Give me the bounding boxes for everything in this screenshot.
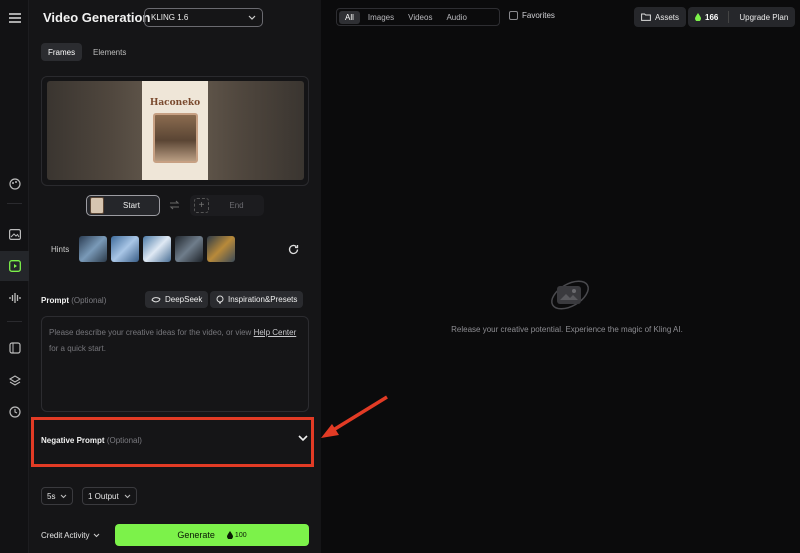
box-icon[interactable] bbox=[0, 333, 29, 363]
presets-label: Inspiration&Presets bbox=[228, 295, 298, 304]
chevron-down-icon bbox=[124, 494, 131, 499]
prompt-optional: (Optional) bbox=[71, 296, 107, 305]
page-title: Video Generation bbox=[43, 10, 151, 25]
deepseek-label: DeepSeek bbox=[165, 295, 203, 304]
filter-all[interactable]: All bbox=[339, 10, 360, 24]
duration-value: 5s bbox=[47, 491, 56, 501]
end-frame-button[interactable]: + End bbox=[190, 195, 264, 216]
favorites-toggle[interactable]: Favorites bbox=[509, 11, 555, 20]
output-count-select[interactable]: 1 Output bbox=[82, 487, 137, 505]
generate-label: Generate bbox=[177, 530, 215, 540]
hint-thumbnail[interactable] bbox=[79, 236, 107, 262]
generate-button[interactable]: Generate 100 bbox=[115, 524, 309, 546]
image-icon[interactable] bbox=[0, 219, 29, 249]
output-count-value: 1 Output bbox=[88, 491, 119, 501]
prompt-label: Prompt (Optional) bbox=[41, 296, 106, 305]
start-frame-button[interactable]: Start bbox=[86, 195, 160, 216]
menu-icon[interactable] bbox=[0, 3, 29, 33]
hint-thumbnail[interactable] bbox=[111, 236, 139, 262]
prompt-placeholder: Please describe your creative ideas for … bbox=[49, 328, 252, 337]
hint-thumbnail[interactable] bbox=[175, 236, 203, 262]
start-frame-thumbnail bbox=[90, 197, 104, 214]
start-label: Start bbox=[123, 201, 140, 210]
end-label: End bbox=[229, 201, 244, 210]
help-center-link[interactable]: Help Center bbox=[254, 328, 297, 337]
credit-drop-icon bbox=[695, 13, 701, 21]
generate-cost: 100 bbox=[226, 531, 247, 539]
hint-thumbnail[interactable] bbox=[143, 236, 171, 262]
folder-icon bbox=[641, 13, 651, 21]
favorites-label: Favorites bbox=[522, 11, 555, 20]
credit-activity-label: Credit Activity bbox=[41, 531, 90, 540]
prompt-input[interactable]: Please describe your creative ideas for … bbox=[41, 316, 309, 412]
lightbulb-icon bbox=[216, 295, 224, 305]
annotation-arrow bbox=[318, 394, 390, 440]
poster-text: Haconeko bbox=[149, 98, 201, 108]
filter-images[interactable]: Images bbox=[362, 11, 400, 24]
tab-elements[interactable]: Elements bbox=[86, 43, 133, 61]
credits-count: 166 bbox=[705, 12, 719, 22]
deepseek-button[interactable]: DeepSeek bbox=[145, 291, 209, 308]
assets-label: Assets bbox=[655, 12, 680, 22]
cat-photo bbox=[153, 113, 198, 163]
refresh-icon[interactable] bbox=[288, 244, 299, 255]
empty-state-message: Release your creative potential. Experie… bbox=[451, 325, 683, 334]
divider bbox=[728, 11, 730, 23]
palette-icon[interactable] bbox=[0, 169, 29, 199]
duration-select[interactable]: 5s bbox=[41, 487, 74, 505]
filter-audio[interactable]: Audio bbox=[440, 11, 472, 24]
inspiration-presets-button[interactable]: Inspiration&Presets bbox=[210, 291, 304, 308]
hint-thumbnail[interactable] bbox=[207, 236, 235, 262]
swap-icon[interactable] bbox=[169, 200, 180, 210]
credit-activity-button[interactable]: Credit Activity bbox=[41, 531, 100, 540]
audio-icon[interactable] bbox=[0, 283, 29, 313]
video-icon[interactable] bbox=[0, 251, 29, 281]
empty-state-icon bbox=[547, 272, 593, 318]
history-icon[interactable] bbox=[0, 397, 29, 427]
chevron-down-icon bbox=[93, 533, 100, 538]
tab-frames[interactable]: Frames bbox=[41, 43, 83, 61]
left-rail bbox=[0, 0, 29, 553]
favorites-checkbox[interactable] bbox=[509, 11, 518, 20]
media-filter-tabs: All Images Videos Audio bbox=[336, 8, 500, 26]
hints-label: Hints bbox=[51, 245, 70, 254]
filter-videos[interactable]: Videos bbox=[402, 11, 438, 24]
upgrade-plan-button[interactable]: Upgrade Plan bbox=[739, 13, 788, 22]
assets-button[interactable]: Assets bbox=[634, 7, 687, 27]
chevron-down-icon bbox=[60, 494, 67, 499]
model-select[interactable]: KLING 1.6 bbox=[144, 8, 263, 27]
whale-icon bbox=[151, 296, 161, 304]
prompt-placeholder-end: for a quick start. bbox=[49, 344, 106, 353]
chevron-down-icon bbox=[248, 15, 256, 20]
credit-drop-icon bbox=[226, 531, 233, 539]
plus-icon: + bbox=[194, 198, 209, 213]
prompt-label-text: Prompt bbox=[41, 296, 69, 305]
highlight-box bbox=[31, 417, 314, 467]
model-select-value: KLING 1.6 bbox=[151, 13, 189, 22]
layers-icon[interactable] bbox=[0, 365, 29, 395]
generate-cost-value: 100 bbox=[234, 531, 247, 539]
account-credits-bar[interactable]: 166 Upgrade Plan bbox=[688, 7, 796, 27]
